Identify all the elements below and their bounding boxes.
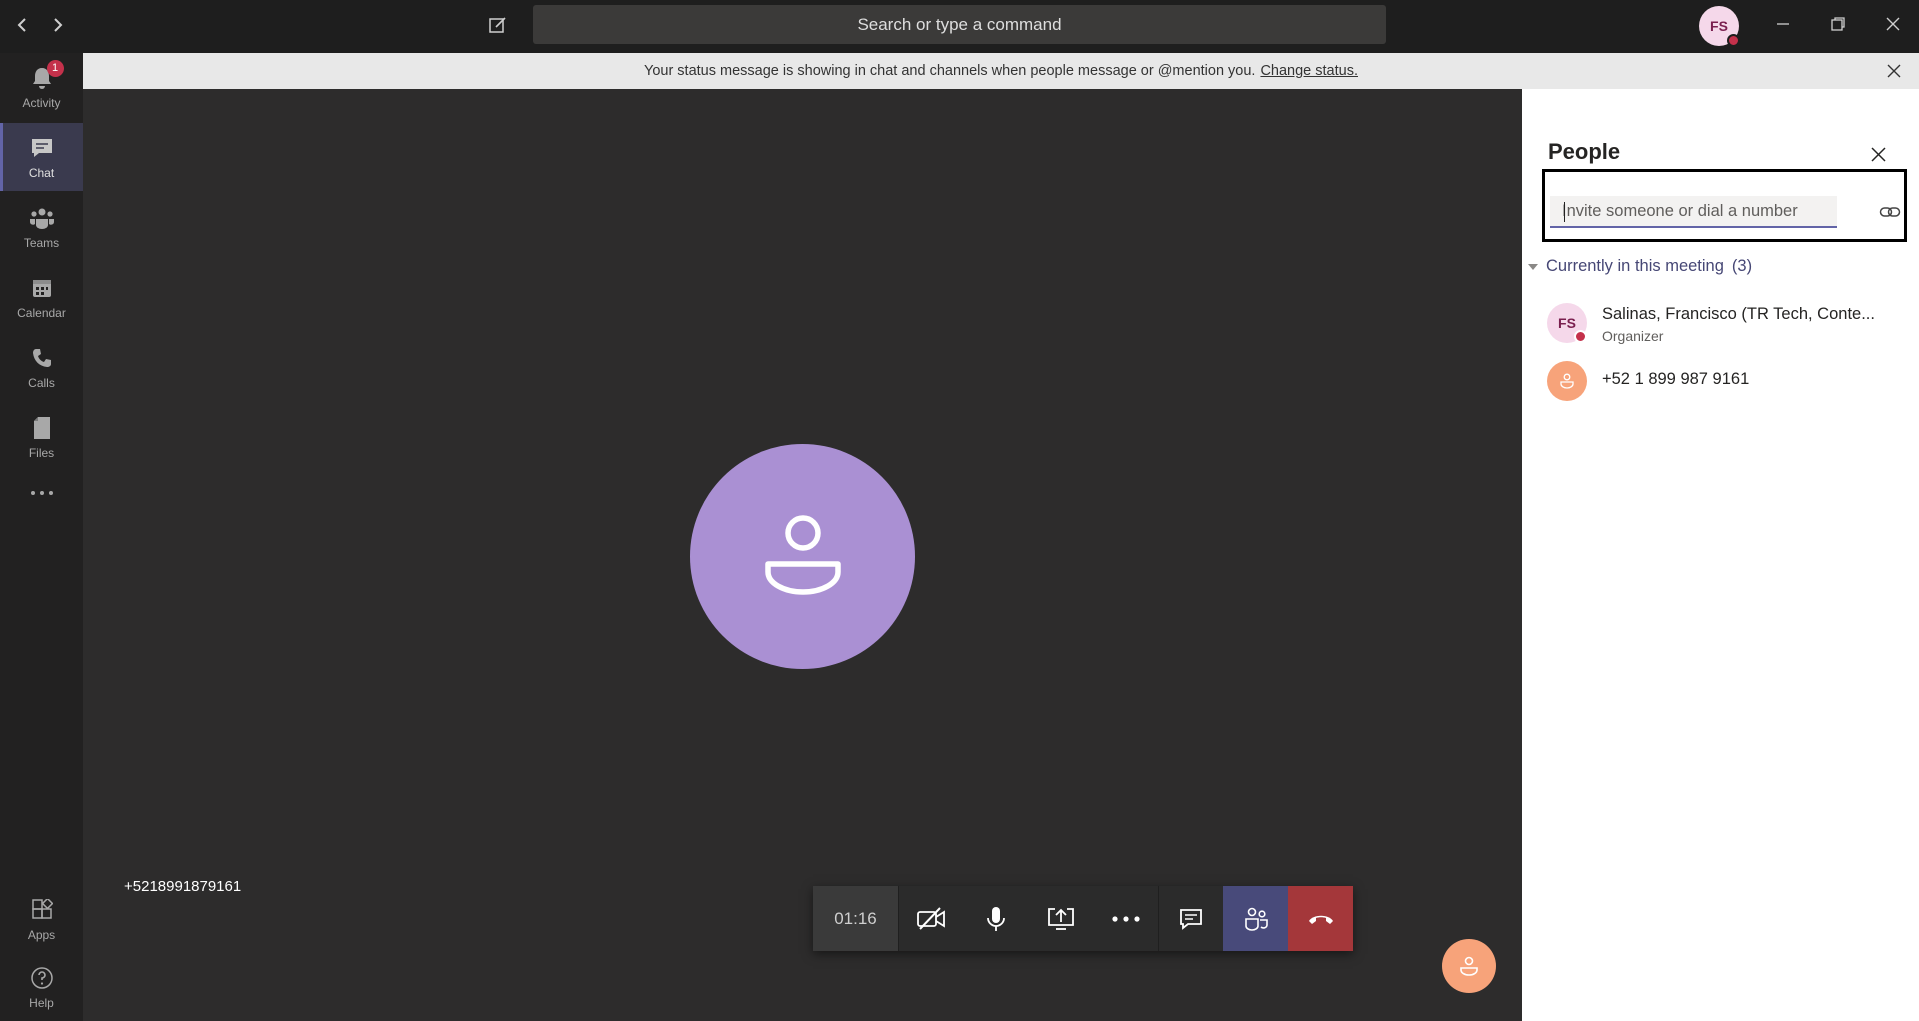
microphone-icon <box>986 906 1005 931</box>
participant-role: Organizer <box>1602 328 1664 344</box>
ellipsis-icon <box>1111 915 1140 922</box>
rail-item-files[interactable]: Files <box>0 403 83 471</box>
help-icon <box>29 965 55 991</box>
phone-icon <box>29 345 55 371</box>
ellipsis-icon <box>29 480 55 506</box>
call-timer: 01:16 <box>813 886 898 951</box>
banner-message: Your status message is showing in chat a… <box>643 63 1256 79</box>
share-screen-icon <box>1047 907 1074 930</box>
search-input[interactable]: Search or type a command <box>533 5 1386 44</box>
user-avatar[interactable]: FS <box>1699 6 1740 47</box>
busy-status-icon <box>1574 330 1587 343</box>
participant-name: +52 1 899 987 9161 <box>1602 370 1750 388</box>
invite-box <box>1542 169 1907 242</box>
rail-item-help[interactable]: Help <box>0 953 83 1021</box>
bell-icon: 1 <box>29 59 64 91</box>
person-icon <box>1460 956 1478 976</box>
file-icon <box>29 415 55 441</box>
invite-input[interactable] <box>1550 196 1837 228</box>
participant-row[interactable]: +52 1 899 987 9161 <box>1522 353 1919 409</box>
camera-off-icon <box>917 906 945 930</box>
activity-badge: 1 <box>46 59 64 77</box>
chat-icon <box>29 135 55 161</box>
mic-toggle-button[interactable] <box>963 886 1028 951</box>
conversation-icon <box>1180 908 1202 930</box>
app-rail: 1 Activity Chat Teams Calendar Calls Fil… <box>0 53 83 1021</box>
rail-item-chat[interactable]: Chat <box>0 123 83 191</box>
rail-item-label: Apps <box>27 927 56 942</box>
rail-item-label: Chat <box>28 165 55 180</box>
caller-id-label: +5218991879161 <box>124 878 242 895</box>
new-chat-compose-icon[interactable] <box>483 10 513 40</box>
show-participants-button[interactable] <box>1223 886 1288 951</box>
busy-status-icon <box>1727 34 1740 47</box>
share-screen-button[interactable] <box>1028 886 1093 951</box>
minimize-icon[interactable] <box>1763 8 1803 40</box>
more-apps-button[interactable] <box>0 473 83 513</box>
teams-icon <box>29 205 55 231</box>
participant-avatar <box>1547 361 1587 401</box>
people-panel: People Currently in this meeting (3) FS … <box>1522 89 1919 1021</box>
show-conversation-button[interactable] <box>1158 886 1223 951</box>
participant-initials: FS <box>1558 315 1576 331</box>
in-meeting-section-header[interactable]: Currently in this meeting (3) <box>1528 257 1752 276</box>
text-cursor <box>1564 202 1565 222</box>
restore-icon[interactable] <box>1818 8 1858 40</box>
apps-icon <box>29 897 55 923</box>
change-status-link[interactable]: Change status. <box>1260 63 1358 79</box>
rail-item-activity[interactable]: 1 Activity <box>0 53 83 121</box>
section-count: (3) <box>1731 257 1753 275</box>
call-stage: +5218991879161 01:16 <box>83 89 1522 1021</box>
rail-item-teams[interactable]: Teams <box>0 193 83 261</box>
close-window-icon[interactable] <box>1873 8 1913 40</box>
participant-avatar: FS <box>1547 303 1587 343</box>
rail-item-label: Files <box>28 445 55 460</box>
forward-arrow-icon[interactable] <box>44 10 72 40</box>
rail-item-apps[interactable]: Apps <box>0 885 83 953</box>
status-message-banner: Your status message is showing in chat a… <box>83 53 1919 89</box>
participants-icon <box>1244 907 1268 931</box>
hang-up-button[interactable] <box>1288 886 1353 951</box>
close-banner-icon[interactable] <box>1883 60 1905 82</box>
rail-item-label: Help <box>29 995 54 1010</box>
user-initials: FS <box>1710 18 1728 34</box>
rail-item-calendar[interactable]: Calendar <box>0 263 83 331</box>
copy-link-icon[interactable] <box>1878 202 1902 222</box>
section-label: Currently in this meeting <box>1546 257 1724 275</box>
panel-title: People <box>1548 139 1621 164</box>
participant-name: Salinas, Francisco (TR Tech, Conte... <box>1602 305 1875 323</box>
participant-row[interactable]: FS Salinas, Francisco (TR Tech, Conte...… <box>1522 295 1919 351</box>
participant-avatar <box>690 444 915 669</box>
rail-item-calls[interactable]: Calls <box>0 333 83 401</box>
person-icon <box>1560 373 1574 389</box>
rail-item-label: Teams <box>23 235 60 250</box>
collapse-triangle-icon <box>1528 263 1538 270</box>
self-video-avatar[interactable] <box>1442 939 1496 993</box>
back-arrow-icon[interactable] <box>8 10 36 40</box>
camera-toggle-button[interactable] <box>898 886 963 951</box>
more-actions-button[interactable] <box>1093 886 1158 951</box>
title-bar: Search or type a command FS <box>0 0 1919 53</box>
rail-item-label: Calls <box>28 375 55 390</box>
call-controls-bar: 01:16 <box>813 886 1353 951</box>
close-panel-icon[interactable] <box>1865 141 1891 167</box>
rail-item-label: Calendar <box>17 305 66 320</box>
hang-up-icon <box>1308 915 1333 924</box>
person-icon <box>764 514 841 595</box>
calendar-icon <box>29 275 55 301</box>
rail-item-label: Activity <box>22 95 61 110</box>
